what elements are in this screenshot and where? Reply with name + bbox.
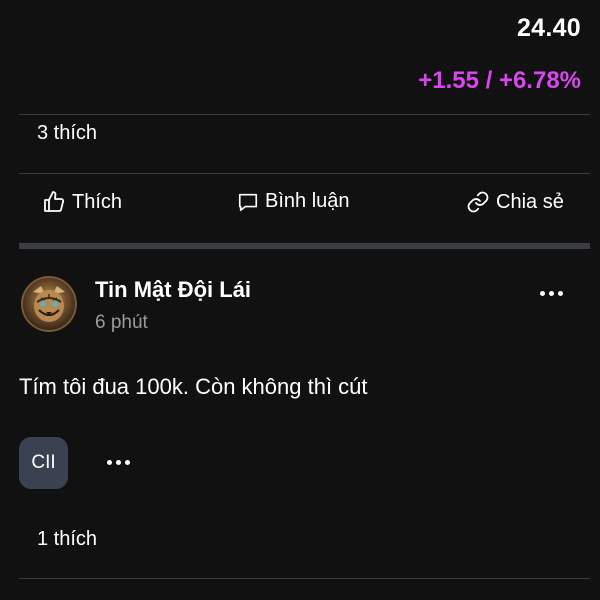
- comment-button[interactable]: Bình luận: [237, 190, 350, 213]
- quote-header: 24.40 +1.55 / +6.78%: [0, 0, 600, 114]
- link-icon: [466, 190, 490, 214]
- thumbs-up-icon: [42, 190, 66, 214]
- divider: [19, 114, 590, 115]
- comment-label: Bình luận: [265, 190, 350, 212]
- divider: [19, 173, 590, 174]
- price-change: +1.55 / +6.78%: [418, 67, 581, 94]
- price-value: 24.40: [516, 14, 581, 42]
- post-separator: [19, 243, 590, 249]
- author-name[interactable]: Tin Mật Đội Lái: [95, 277, 251, 303]
- avatar-tiger: [21, 276, 77, 332]
- more-icon[interactable]: [107, 460, 130, 465]
- share-button[interactable]: Chia sẻ: [466, 190, 564, 214]
- post-body: Tím tôi đua 100k. Còn không thì cút: [19, 374, 368, 399]
- post-action-bar: Thích Bình luận Chia sẻ: [0, 190, 600, 230]
- more-icon[interactable]: [540, 291, 563, 296]
- post-timestamp: 6 phút: [95, 312, 148, 333]
- divider: [19, 578, 590, 579]
- comment-icon: [237, 191, 259, 213]
- ticker-chip[interactable]: CII: [19, 437, 68, 489]
- like-count[interactable]: 1 thích: [37, 528, 97, 551]
- like-button[interactable]: Thích: [42, 190, 122, 214]
- like-count[interactable]: 3 thích: [37, 122, 97, 145]
- author-avatar[interactable]: [21, 276, 77, 332]
- like-label: Thích: [72, 190, 123, 213]
- share-label: Chia sẻ: [496, 190, 564, 213]
